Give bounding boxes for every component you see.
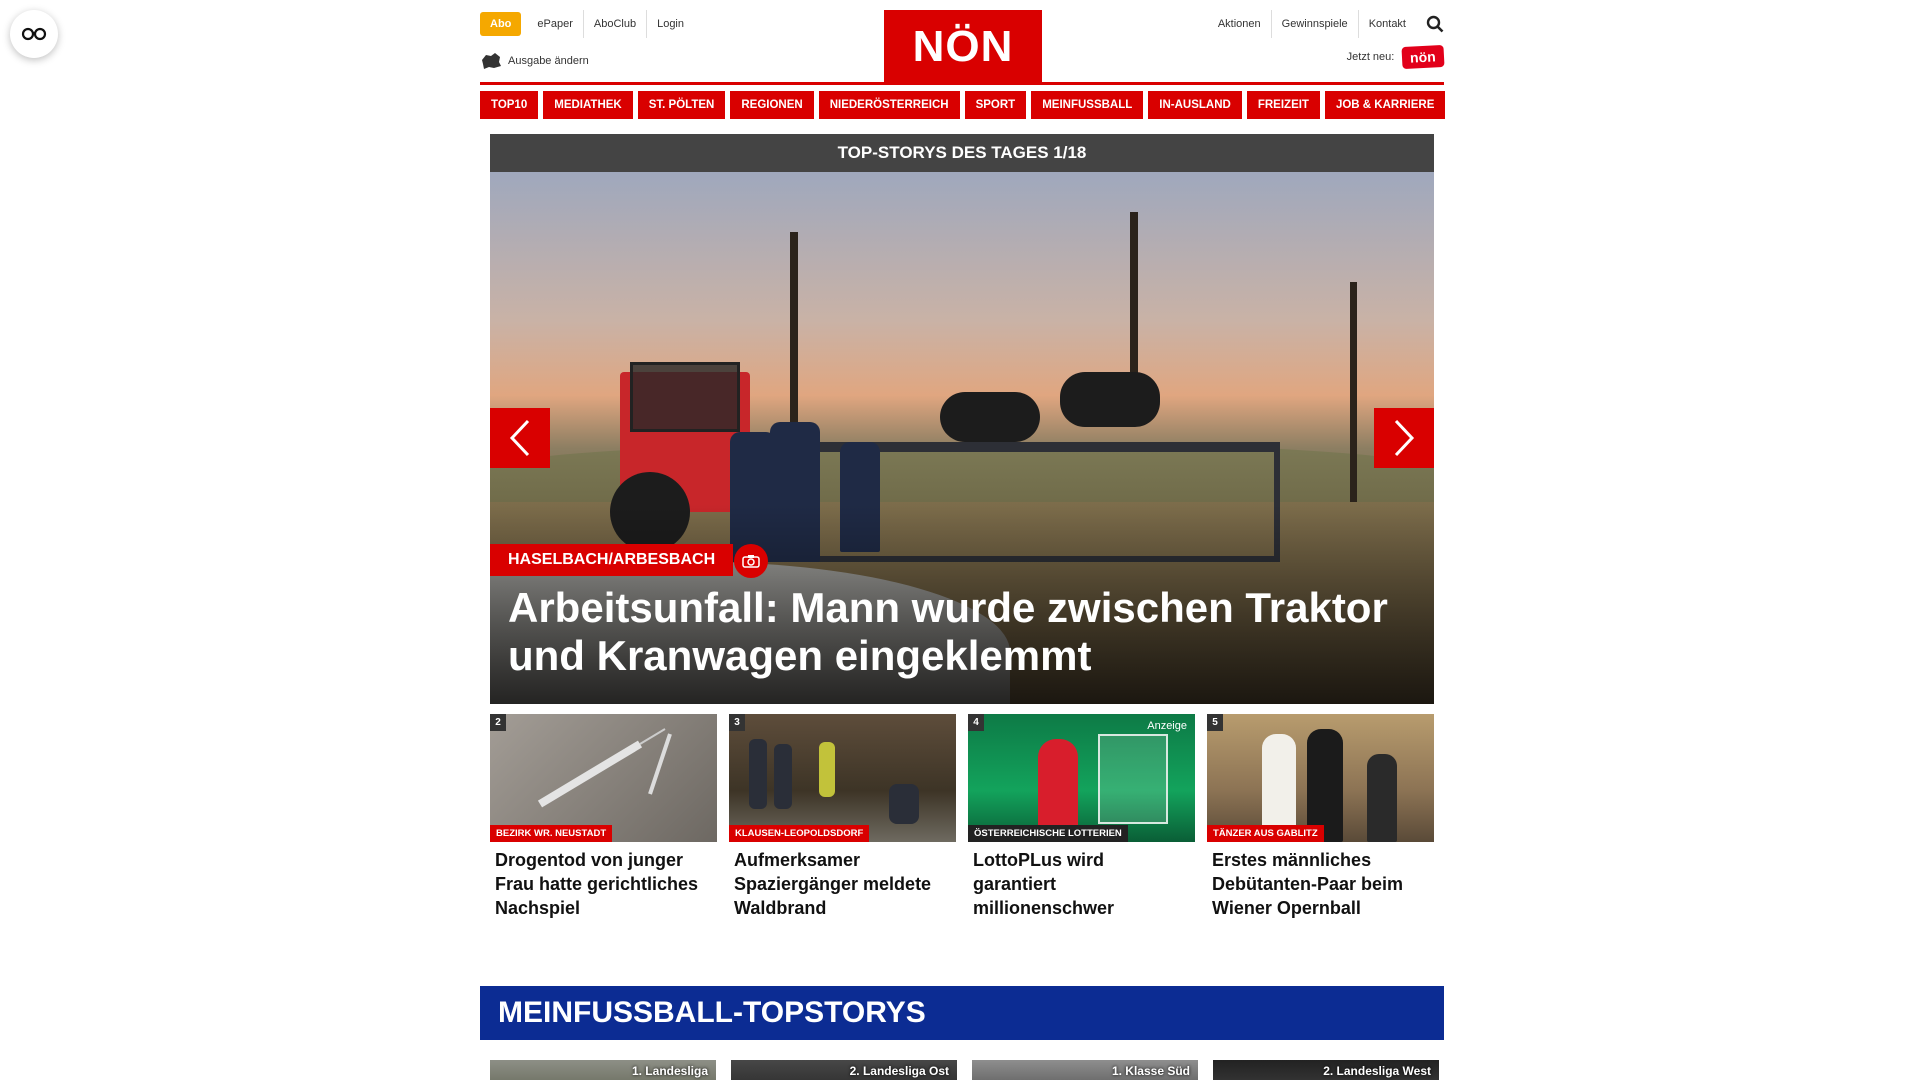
dancer-figure — [1367, 754, 1397, 842]
hero-location-tag[interactable]: HASELBACH/ARBESBACH — [490, 544, 734, 576]
gewinnspiele-link[interactable]: Gewinnspiele — [1272, 10, 1359, 38]
story-image: 4 Anzeige ÖSTERREICHISCHE LOTTERIEN — [968, 714, 1195, 842]
hero-image-wheel — [1060, 372, 1160, 427]
new-product-promo[interactable]: Jetzt neu: nön — [1346, 44, 1445, 70]
hero-title[interactable]: Arbeitsunfall: Mann wurde zwischen Trakt… — [508, 584, 1408, 680]
meinfussball-cards: 1. Landesliga 2. Landesliga Ost 1. Klass… — [490, 1060, 1439, 1080]
football-story-card[interactable]: 1. Landesliga — [490, 1060, 716, 1080]
story-card[interactable]: 3 KLAUSEN-LEOPOLDSDORF Aufmerksamer Spaz… — [729, 714, 956, 920]
main-nav: TOP10 MEDIATHEK ST. PÖLTEN REGIONEN NIED… — [480, 91, 1446, 119]
football-story-card[interactable]: 2. Landesliga West — [1213, 1060, 1439, 1080]
league-label: 1. Klasse Süd — [1111, 1064, 1190, 1078]
syringe-illustration — [537, 728, 672, 808]
jetzt-neu-label: Jetzt neu: — [1346, 51, 1395, 63]
lower-austria-map-icon — [482, 53, 501, 69]
story-title[interactable]: LottoPLus wird garantiert millionenschwe… — [968, 842, 1195, 920]
firefighter-figure — [819, 742, 835, 797]
story-image: 3 KLAUSEN-LEOPOLDSDORF — [729, 714, 956, 842]
story-number: 5 — [1207, 714, 1223, 731]
nav-item-meinfussball[interactable]: MEINFUSSBALL — [1031, 91, 1144, 119]
login-link[interactable]: Login — [647, 10, 694, 38]
league-label: 1. Landesliga — [631, 1064, 708, 1078]
story-tag: TÄNZER AUS GABLITZ — [1207, 825, 1324, 842]
story-title[interactable]: Aufmerksamer Spaziergänger meldete Waldb… — [729, 842, 956, 920]
reader-mode-button[interactable] — [10, 10, 58, 58]
site-header: Abo ePaper AboClub Login Ausgabe ändern … — [480, 0, 1445, 85]
nav-item-job-karriere[interactable]: JOB & KARRIERE — [1324, 91, 1446, 119]
story-cards: 2 BEZIRK WR. NEUSTADT Drogentod von jung… — [490, 714, 1434, 920]
nav-item-top10[interactable]: TOP10 — [480, 91, 539, 119]
camera-icon — [734, 544, 768, 578]
epaper-link[interactable]: ePaper — [527, 10, 584, 38]
page-container: Abo ePaper AboClub Login Ausgabe ändern … — [480, 0, 1446, 1080]
aktionen-link[interactable]: Aktionen — [1208, 10, 1272, 38]
hero-image-wheel — [940, 392, 1040, 442]
nav-item-regionen[interactable]: REGIONEN — [730, 91, 814, 119]
story-card[interactable]: 2 BEZIRK WR. NEUSTADT Drogentod von jung… — [490, 714, 717, 920]
firefighter-figure — [889, 784, 919, 824]
story-tag: BEZIRK WR. NEUSTADT — [490, 825, 613, 842]
story-tag: KLAUSEN-LEOPOLDSDORF — [729, 825, 870, 842]
lottery-machine — [1098, 734, 1168, 824]
firefighter-figure — [774, 744, 792, 809]
ad-label: Anzeige — [1147, 720, 1187, 732]
abo-button[interactable]: Abo — [480, 12, 522, 36]
firefighter-figure — [749, 739, 767, 809]
nav-item-mediathek[interactable]: MEDIATHEK — [543, 91, 633, 119]
change-edition-label: Ausgabe ändern — [508, 55, 589, 67]
story-card[interactable]: 5 TÄNZER AUS GABLITZ Erstes männliches D… — [1207, 714, 1434, 920]
nav-item-st-poelten[interactable]: ST. PÖLTEN — [637, 91, 726, 119]
league-label: 2. Landesliga West — [1323, 1064, 1431, 1078]
noen-app-badge: nön — [1401, 44, 1445, 70]
aboclub-link[interactable]: AboClub — [584, 10, 648, 38]
story-title[interactable]: Erstes männliches Debütanten-Paar beim W… — [1207, 842, 1434, 920]
nav-item-freizeit[interactable]: FREIZEIT — [1246, 91, 1320, 119]
hero-image-tractor-cab — [630, 362, 740, 432]
top-right-links: Aktionen Gewinnspiele Kontakt — [1208, 10, 1444, 38]
hero-slide[interactable]: HASELBACH/ARBESBACH Arbeitsunfall: Mann … — [490, 172, 1434, 704]
change-edition-link[interactable]: Ausgabe ändern — [480, 52, 589, 70]
nav-item-in-ausland[interactable]: IN-AUSLAND — [1148, 91, 1242, 119]
story-tag: ÖSTERREICHISCHE LOTTERIEN — [968, 825, 1128, 842]
story-number: 3 — [729, 714, 745, 731]
football-story-card[interactable]: 1. Klasse Süd — [972, 1060, 1198, 1080]
presenter-figure — [1038, 739, 1078, 839]
story-number: 4 — [968, 714, 984, 731]
story-number: 2 — [490, 714, 506, 731]
top-stories-heading: TOP-STORYS DES TAGES 1/18 — [490, 134, 1434, 172]
nav-item-sport[interactable]: SPORT — [964, 91, 1027, 119]
glasses-icon — [21, 27, 47, 41]
league-label: 2. Landesliga Ost — [849, 1064, 949, 1078]
top-left-links: Abo ePaper AboClub Login — [480, 10, 694, 38]
header-divider — [480, 82, 1444, 85]
meinfussball-section-heading[interactable]: MEINFUSSBALL-TOPSTORYS — [480, 986, 1444, 1040]
slider-prev-button[interactable] — [490, 408, 550, 468]
hero-image-tree — [1350, 282, 1357, 502]
nav-item-niederoesterreich[interactable]: NIEDERÖSTERREICH — [818, 91, 960, 119]
slider-next-button[interactable] — [1374, 408, 1434, 468]
site-logo[interactable]: NÖN — [884, 10, 1042, 84]
chevron-right-icon — [1394, 419, 1415, 457]
chevron-left-icon — [509, 419, 530, 457]
story-image: 2 BEZIRK WR. NEUSTADT — [490, 714, 717, 842]
story-card[interactable]: 4 Anzeige ÖSTERREICHISCHE LOTTERIEN Lott… — [968, 714, 1195, 920]
kontakt-link[interactable]: Kontakt — [1359, 10, 1416, 38]
story-title[interactable]: Drogentod von junger Frau hatte gerichtl… — [490, 842, 717, 920]
story-image: 5 TÄNZER AUS GABLITZ — [1207, 714, 1434, 842]
search-icon[interactable] — [1426, 15, 1444, 33]
football-story-card[interactable]: 2. Landesliga Ost — [731, 1060, 957, 1080]
